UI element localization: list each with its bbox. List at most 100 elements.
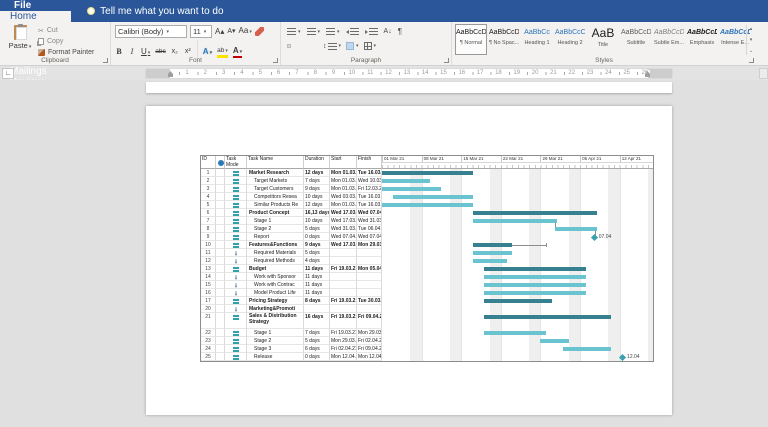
ruler-number: 9 (329, 70, 339, 77)
task-id-cell: 5 (201, 201, 216, 209)
style-card-subtle-em-[interactable]: AaBbCcDdSubtle Em... (653, 24, 685, 55)
task-name-cell: Market Research (247, 169, 304, 177)
task-mode-cell (225, 217, 247, 225)
paste-button[interactable]: Paste▾ (5, 24, 35, 60)
grow-font-button[interactable]: A▴ (215, 27, 224, 37)
subscript-button[interactable]: x₂ (171, 47, 179, 57)
styles-gallery-more-icon[interactable]: ⌄ (749, 48, 753, 54)
task-name-cell: Target Markets (247, 177, 304, 185)
change-case-button[interactable]: Aa▾ (239, 26, 252, 37)
show-formatting-marks-button[interactable]: ¶ (398, 27, 402, 36)
tab-file[interactable]: File (0, 0, 71, 11)
timeline-week-label: 01 Mar 21 (382, 156, 422, 163)
task-id-cell: 10 (201, 241, 216, 249)
task-mode-cell (225, 313, 247, 329)
document-page[interactable]: IDTask ModeTask NameDurationStartFinish0… (146, 106, 672, 415)
align-center-button[interactable] (296, 44, 300, 48)
ruler-number: 1 (182, 70, 192, 77)
line-spacing-button[interactable]: ↕▾ (323, 43, 341, 50)
gantt-chart-object[interactable]: IDTask ModeTask NameDurationStartFinish0… (200, 155, 654, 362)
font-dialog-launcher-icon[interactable] (273, 58, 278, 63)
task-duration-cell: 11 days (304, 289, 330, 297)
strikethrough-button[interactable]: abc (155, 47, 165, 57)
style-card-heading-2[interactable]: AaBbCcCHeading 2 (554, 24, 586, 55)
task-start-cell: Wed 17.03.2 (330, 241, 357, 249)
paragraph-dialog-launcher-icon[interactable] (444, 58, 449, 63)
scrollbar-up-button[interactable] (759, 68, 768, 79)
gantt-column-header: Task Name (247, 156, 304, 169)
gantt-bar (382, 179, 430, 183)
styles-gallery-scroll[interactable]: ▴ ▾ ⌄ (746, 25, 755, 55)
shading-button[interactable]: ▾ (346, 42, 359, 50)
ruler-number: 17 (475, 70, 485, 77)
task-mode-cell (225, 225, 247, 233)
style-card-subtitle[interactable]: AaBbCcDSubtitle (620, 24, 652, 55)
sort-button[interactable]: A↓ (384, 28, 392, 35)
increase-indent-button[interactable] (365, 28, 378, 35)
styles-dialog-launcher-icon[interactable] (749, 58, 754, 63)
style-card-heading-1[interactable]: AaBbCcHeading 1 (521, 24, 553, 55)
align-right-button[interactable] (305, 44, 309, 48)
clipboard-dialog-launcher-icon[interactable] (103, 58, 108, 63)
task-id-cell: 8 (201, 225, 216, 233)
align-left-button[interactable] (287, 44, 291, 48)
style-card--no-spac-[interactable]: AaBbCcDd¶ No Spac... (488, 24, 520, 55)
multilevel-list-button[interactable]: ▾ (326, 28, 340, 35)
task-mode-cell (225, 257, 247, 265)
style-name: Subtitle (621, 40, 651, 46)
task-indicator-cell (216, 193, 225, 201)
styles-scroll-up-icon[interactable]: ▴ (750, 26, 753, 32)
task-id-cell: 16 (201, 289, 216, 297)
task-mode-cell (225, 169, 247, 177)
gantt-column-header (216, 156, 225, 169)
ruler-number: 12 (384, 70, 394, 77)
task-duration-cell: 8 days (304, 297, 330, 305)
task-indicator-cell (216, 305, 225, 313)
task-indicator-cell (216, 241, 225, 249)
styles-group-label: Styles (452, 57, 756, 64)
auto-scheduled-icon (233, 219, 239, 224)
task-name-cell: Features&Functions (247, 241, 304, 249)
underline-button[interactable]: U▾ (141, 47, 150, 58)
borders-button[interactable]: ▾ (364, 42, 377, 50)
clear-formatting-icon[interactable] (255, 27, 264, 36)
task-mode-cell (225, 329, 247, 337)
week-gridline (620, 169, 621, 361)
font-family-combobox[interactable]: Calibri (Body)▾ (115, 25, 187, 38)
superscript-button[interactable]: x² (184, 47, 192, 57)
bold-button[interactable]: B (115, 47, 123, 57)
gantt-bar (473, 259, 507, 263)
decrease-indent-button[interactable] (346, 28, 359, 35)
text-effects-button[interactable]: A▾ (203, 47, 212, 58)
justify-button[interactable] (314, 44, 318, 48)
numbered-list-button[interactable]: ▾ (307, 28, 321, 35)
font-family-dropdown-arrow: ▾ (166, 29, 169, 35)
ruler-number: 7 (292, 70, 302, 77)
task-start-cell (330, 257, 357, 265)
style-card--normal[interactable]: AaBbCcDd¶ Normal (455, 24, 487, 55)
tab-home[interactable]: Home (0, 11, 71, 22)
cut-button[interactable]: ✂Cut (38, 25, 94, 36)
horizontal-ruler[interactable]: 1234567891011121314151617181920212223242… (146, 69, 672, 78)
task-start-cell: Mon 29.03.2 (330, 337, 357, 345)
task-mode-cell (225, 273, 247, 281)
task-mode-cell (225, 265, 247, 273)
copy-button[interactable]: Copy (38, 36, 94, 47)
style-name: Heading 1 (522, 40, 552, 46)
task-indicator-cell (216, 297, 225, 305)
style-card-emphasis[interactable]: AaBbCcDdEmphasis (686, 24, 718, 55)
styles-scroll-down-icon[interactable]: ▾ (750, 37, 753, 43)
tab-selector[interactable]: ∟ (2, 68, 14, 79)
task-indicator-cell (216, 273, 225, 281)
task-name-cell: Stage 3 (247, 345, 304, 353)
font-color-button[interactable]: A▾ (233, 47, 242, 58)
shrink-font-button[interactable]: A▾ (227, 27, 235, 37)
style-card-title[interactable]: AaBTitle (587, 24, 619, 55)
tell-me-box[interactable]: Tell me what you want to do (87, 0, 223, 22)
task-id-cell: 3 (201, 185, 216, 193)
font-size-combobox[interactable]: 11▾ (190, 25, 212, 38)
gantt-bar (555, 227, 597, 231)
italic-button[interactable]: I (128, 47, 136, 57)
text-highlight-button[interactable]: ab▾ (217, 47, 228, 58)
bullet-list-button[interactable]: ▾ (287, 28, 301, 35)
